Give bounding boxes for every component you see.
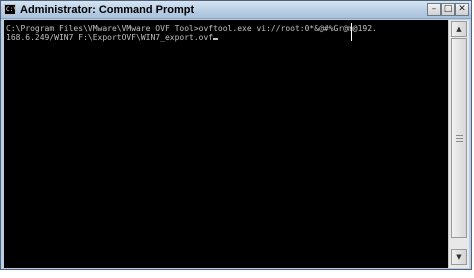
close-button[interactable]: ✕ bbox=[455, 3, 469, 16]
vertical-scrollbar[interactable]: ▲ ▼ bbox=[448, 20, 469, 268]
window-title: Administrator: Command Prompt bbox=[20, 4, 195, 16]
scroll-up-arrow[interactable]: ▲ bbox=[451, 21, 467, 37]
mouse-ibeam-cursor bbox=[351, 23, 352, 41]
text-cursor bbox=[213, 38, 219, 40]
console-output[interactable]: C:\Program Files\VMware\VMware OVF Tool>… bbox=[4, 20, 448, 268]
scroll-thumb[interactable] bbox=[451, 38, 467, 238]
title-bar[interactable]: C:\ Administrator: Command Prompt – □ ✕ bbox=[1, 1, 471, 19]
thumb-grip-line bbox=[456, 141, 463, 142]
thumb-grip-line bbox=[456, 135, 463, 136]
console-text: C:\Program Files\VMware\VMware OVF Tool>… bbox=[6, 24, 377, 42]
console-line-1: C:\Program Files\VMware\VMware OVF Tool>… bbox=[6, 24, 377, 33]
maximize-button[interactable]: □ bbox=[441, 3, 455, 16]
scroll-down-arrow[interactable]: ▼ bbox=[451, 249, 467, 265]
command-prompt-icon[interactable]: C:\ bbox=[4, 4, 16, 15]
minimize-button[interactable]: – bbox=[427, 3, 441, 16]
command-prompt-window: C:\ Administrator: Command Prompt – □ ✕ … bbox=[0, 0, 472, 270]
console-line-2: 168.6.249/WIN7 F:\ExportOVF\WIN7_export.… bbox=[6, 33, 214, 42]
thumb-grip-line bbox=[456, 138, 463, 139]
